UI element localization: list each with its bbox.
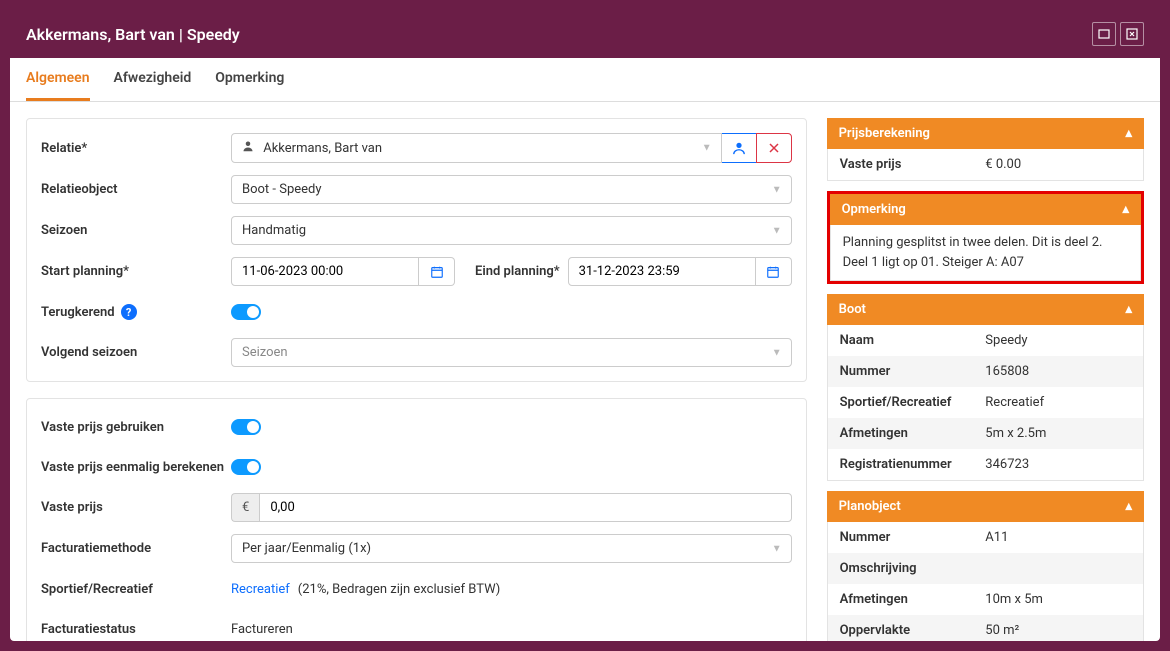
sportief-link[interactable]: Recreatief <box>231 582 290 597</box>
boot-nummer-label: Nummer <box>840 364 986 379</box>
chevron-up-icon: ▴ <box>1125 499 1132 514</box>
factstatus-value: Factureren <box>231 622 293 637</box>
boot-sportief-label: Sportief/Recreatief <box>840 395 986 410</box>
panel-header-opmerking[interactable]: Opmerking ▴ <box>830 194 1141 225</box>
tab-algemeen[interactable]: Algemeen <box>26 58 90 101</box>
seizoen-value: Handmatig <box>231 216 792 245</box>
modal-title: Akkermans, Bart van | Speedy <box>26 25 240 44</box>
card-pricing: Vaste prijs gebruiken Vaste prijs eenmal… <box>26 398 807 641</box>
calendar-icon[interactable] <box>756 257 792 286</box>
toggle-vaste-gebruiken[interactable] <box>231 419 261 435</box>
plan-afm-value: 10m x 5m <box>985 592 1131 607</box>
panel-boot: Boot ▴ NaamSpeedy Nummer165808 Sportief/… <box>827 294 1144 481</box>
volgend-value: Seizoen <box>231 338 792 367</box>
calendar-icon[interactable] <box>419 257 455 286</box>
opmerking-text: Planning gesplitst in twee delen. Dit is… <box>831 225 1140 280</box>
plan-opp-label: Oppervlakte <box>840 623 986 638</box>
boot-afmetingen-value: 5m x 2.5m <box>985 426 1131 441</box>
eind-date-input[interactable] <box>568 257 756 286</box>
boot-reg-label: Registratienummer <box>840 457 986 472</box>
boot-naam-label: Naam <box>840 333 986 348</box>
label-factstatus: Facturatiestatus <box>41 622 231 637</box>
modal-header: Akkermans, Bart van | Speedy <box>10 10 1160 58</box>
view-relation-button[interactable] <box>721 133 757 163</box>
label-sportief: Sportief/Recreatief <box>41 582 231 597</box>
select-relatie[interactable]: Akkermans, Bart van ▼ <box>231 133 722 163</box>
label-relatieobject: Relatieobject <box>41 182 231 197</box>
label-seizoen: Seizoen <box>41 223 231 238</box>
vaste-prijs-value: € 0.00 <box>985 157 1131 172</box>
modal-actions <box>1092 22 1144 46</box>
panel-header-planobject[interactable]: Planobject ▴ <box>827 491 1144 522</box>
label-start-planning: Start planning* <box>41 264 231 279</box>
select-factmethode[interactable]: Per jaar/Eenmalig (1x) ▼ <box>231 534 792 563</box>
relatie-value: Akkermans, Bart van <box>263 141 382 156</box>
boot-afmetingen-label: Afmetingen <box>840 426 986 441</box>
plan-afm-label: Afmetingen <box>840 592 986 607</box>
select-seizoen[interactable]: Handmatig ▼ <box>231 216 792 245</box>
label-vaste-eenmalig: Vaste prijs eenmalig berekenen <box>41 460 231 475</box>
boot-sportief-value: Recreatief <box>985 395 1131 410</box>
boot-nummer-value: 165808 <box>985 364 1131 379</box>
boot-naam-value: Speedy <box>985 333 1131 348</box>
tab-bar: Algemeen Afwezigheid Opmerking <box>10 58 1160 102</box>
person-icon <box>242 141 257 156</box>
modal-window: Akkermans, Bart van | Speedy Algemeen Af… <box>10 10 1160 641</box>
boot-reg-value: 346723 <box>985 457 1131 472</box>
toggle-terugkerend[interactable] <box>231 304 261 320</box>
label-vaste-gebruiken: Vaste prijs gebruiken <box>41 420 231 435</box>
label-eind-planning: Eind planning* <box>475 264 560 279</box>
tab-afwezigheid[interactable]: Afwezigheid <box>114 58 192 101</box>
panel-prijsberekening: Prijsberekening ▴ Vaste prijs€ 0.00 <box>827 118 1144 181</box>
select-relatieobject[interactable]: Boot - Speedy ▼ <box>231 175 792 204</box>
panel-header-prijs[interactable]: Prijsberekening ▴ <box>827 118 1144 149</box>
help-icon[interactable]: ? <box>121 304 137 320</box>
window-maximize-icon[interactable] <box>1092 22 1116 46</box>
toggle-vaste-eenmalig[interactable] <box>231 459 261 475</box>
chevron-up-icon: ▴ <box>1125 302 1132 317</box>
close-icon[interactable] <box>1120 22 1144 46</box>
plan-oms-label: Omschrijving <box>840 561 986 576</box>
relatieobject-value: Boot - Speedy <box>231 175 792 204</box>
plan-opp-value: 50 m² <box>985 623 1131 638</box>
panel-opmerking-highlighted: Opmerking ▴ Planning gesplitst in twee d… <box>827 191 1144 284</box>
currency-symbol: € <box>231 493 259 522</box>
sportief-rest: (21%, Bedragen zijn exclusief BTW) <box>298 582 500 597</box>
label-terugkerend: Terugkerend ? <box>41 304 231 320</box>
vaste-prijs-label: Vaste prijs <box>840 157 986 172</box>
label-vaste-prijs: Vaste prijs <box>41 500 231 515</box>
label-relatie: Relatie* <box>41 141 231 156</box>
tab-opmerking[interactable]: Opmerking <box>215 58 284 101</box>
panel-header-boot[interactable]: Boot ▴ <box>827 294 1144 325</box>
vaste-prijs-input[interactable] <box>259 493 791 522</box>
plan-nummer-label: Nummer <box>840 530 986 545</box>
label-volgend-seizoen: Volgend seizoen <box>41 345 231 360</box>
start-date-input[interactable] <box>231 257 419 286</box>
clear-relation-button[interactable] <box>756 133 792 163</box>
factmethode-value: Per jaar/Eenmalig (1x) <box>231 534 792 563</box>
card-general: Relatie* Akkermans, Bart van ▼ <box>26 118 807 382</box>
panel-planobject: Planobject ▴ NummerA11 Omschrijving Afme… <box>827 491 1144 641</box>
plan-nummer-value: A11 <box>985 530 1131 545</box>
plan-oms-value <box>985 561 1131 576</box>
label-factmethode: Facturatiemethode <box>41 541 231 556</box>
select-volgend-seizoen[interactable]: Seizoen ▼ <box>231 338 792 367</box>
chevron-up-icon: ▴ <box>1125 126 1132 141</box>
chevron-up-icon: ▴ <box>1122 202 1129 217</box>
